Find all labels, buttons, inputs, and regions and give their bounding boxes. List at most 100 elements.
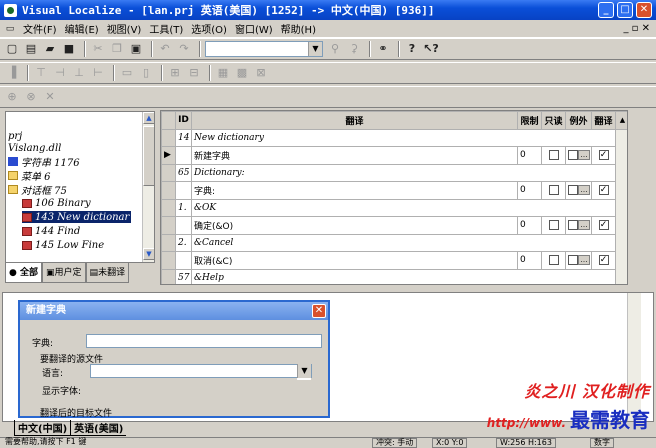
readonly-checkbox[interactable] (548, 150, 559, 160)
context-help-icon[interactable]: ↖? (423, 41, 439, 57)
space-across-icon[interactable]: ⊞ (167, 65, 183, 81)
table-row[interactable]: 14 New dictionary (161, 128, 627, 284)
translation-cell[interactable]: 取消(&C) (191, 251, 518, 270)
readonly-checkbox[interactable] (548, 255, 559, 265)
open-icon[interactable]: ▰ (42, 41, 58, 57)
grid-icon[interactable]: ▦ (215, 65, 231, 81)
limit-cell[interactable]: 0 (517, 146, 542, 165)
new-icon[interactable]: ▢ (4, 41, 20, 57)
tree-item[interactable]: 字符串 1176 (8, 155, 80, 169)
close-button[interactable]: ✕ (636, 2, 652, 18)
translated-checkbox[interactable]: ✓ (598, 220, 609, 230)
table-row[interactable]: 57 &Help (161, 268, 628, 284)
find-icon[interactable]: ⚲ (327, 41, 343, 57)
translated-checkbox[interactable]: ✓ (598, 150, 609, 160)
mdi-controls[interactable]: _ ▫ ✕ (623, 23, 650, 34)
menu-tools[interactable]: 工具(T) (145, 21, 187, 36)
more-button[interactable]: … (578, 220, 590, 230)
table-row[interactable]: 取消(&C) 0 … ✓ (161, 251, 628, 270)
table-row[interactable]: 2. &Cancel (161, 233, 628, 252)
align-left-icon[interactable]: ▐ (4, 65, 20, 81)
search-combo[interactable]: ▼ (205, 41, 323, 57)
more-button[interactable]: … (578, 185, 590, 195)
cut-icon[interactable]: ✂ (90, 41, 106, 57)
same-height-icon[interactable]: ▯ (138, 65, 154, 81)
tree-item[interactable]: Vislang.dll (8, 142, 61, 154)
limit-cell[interactable]: 0 (517, 181, 542, 200)
test-dialog-icon[interactable]: ▩ (234, 65, 250, 81)
scroll-down-button[interactable]: ▼ (143, 248, 154, 260)
chevron-down-icon[interactable]: ▼ (297, 364, 311, 378)
translation-cell[interactable]: 新建字典 (191, 146, 518, 165)
center-icon[interactable]: ⊢ (90, 65, 106, 81)
translation-cell[interactable]: 字典: (191, 181, 518, 200)
translated-checkbox[interactable]: ✓ (598, 255, 609, 265)
tree-item[interactable]: 144 Find (22, 225, 80, 237)
translation-cell[interactable]: 确定(&O) (191, 216, 518, 235)
align-right-icon[interactable]: ⊣ (52, 65, 68, 81)
minimize-button[interactable]: _ (598, 2, 614, 18)
grid-scrollbar[interactable] (615, 128, 627, 284)
help-icon[interactable]: ? (404, 41, 420, 57)
limit-cell[interactable]: 0 (517, 216, 542, 235)
undo-icon[interactable]: ↶ (157, 41, 173, 57)
close-icon[interactable]: ✕ (312, 304, 326, 318)
exception-checkbox[interactable] (568, 255, 578, 265)
tree-item[interactable]: 菜单 6 (8, 169, 51, 183)
col-readonly[interactable]: 只读 (541, 111, 566, 130)
menu-view[interactable]: 视图(V) (103, 21, 146, 36)
menu-edit[interactable]: 编辑(E) (61, 21, 103, 36)
more-button[interactable]: … (578, 150, 590, 160)
menu-file[interactable]: 文件(F) (19, 21, 61, 36)
replace-icon[interactable]: ⚳ (346, 41, 362, 57)
tab-order-icon[interactable]: ⊠ (253, 65, 269, 81)
menu-window[interactable]: 窗口(W) (231, 21, 277, 36)
redo-icon[interactable]: ↷ (176, 41, 192, 57)
edit-icon[interactable]: ⊗ (23, 89, 39, 105)
dictionary-field[interactable] (86, 334, 322, 348)
tab-chinese[interactable]: 中文(中国) (14, 420, 71, 436)
menu-options[interactable]: 选项(O) (187, 21, 231, 36)
readonly-checkbox[interactable] (548, 185, 559, 195)
col-translated[interactable]: 翻译 (591, 111, 616, 130)
space-down-icon[interactable]: ⊟ (186, 65, 202, 81)
table-row[interactable]: ▶ 新建字典 0 … ✓ (161, 146, 628, 165)
scroll-up-button[interactable]: ▲ (143, 112, 154, 124)
table-row[interactable]: 字典: 0 … ✓ (161, 181, 628, 200)
col-limit[interactable]: 限制 (517, 111, 542, 130)
binoculars-icon[interactable]: ⚭ (375, 41, 391, 57)
new-project-icon[interactable]: ▤ (23, 41, 39, 57)
delete-icon[interactable]: ✕ (42, 89, 58, 105)
chevron-down-icon[interactable]: ▼ (308, 42, 322, 56)
exception-checkbox[interactable] (568, 150, 578, 160)
align-top-icon[interactable]: ⊤ (33, 65, 49, 81)
more-button[interactable]: … (578, 255, 590, 265)
col-exception[interactable]: 例外 (565, 111, 592, 130)
scroll-thumb[interactable] (143, 126, 154, 186)
exception-checkbox[interactable] (568, 220, 578, 230)
maximize-button[interactable]: □ (617, 2, 633, 18)
tree-item-selected[interactable]: 143 New dictionar (22, 211, 132, 223)
exception-checkbox[interactable] (568, 185, 578, 195)
table-row[interactable]: 65 Dictionary: (161, 163, 628, 182)
translated-checkbox[interactable]: ✓ (598, 185, 609, 195)
readonly-checkbox[interactable] (548, 220, 559, 230)
tree-item[interactable]: 145 Low Fine (22, 239, 104, 251)
dialog-preview[interactable]: 新建字典 ✕ 字典: 要翻译的源文件 语言: ▼ 显示字体: 翻译后的目标文件 (18, 300, 330, 419)
save-icon[interactable]: ■ (61, 41, 77, 57)
language-select[interactable]: ▼ (90, 364, 312, 380)
col-translation[interactable]: 翻译 (191, 111, 518, 130)
tree-scrollbar[interactable]: ▲ ▼ (142, 112, 154, 262)
tree-item[interactable]: 对话框 75 (8, 183, 67, 197)
tree-item[interactable]: prj (8, 130, 22, 142)
limit-cell[interactable]: 0 (517, 251, 542, 270)
scroll-up-button[interactable]: ▲ (615, 111, 627, 130)
table-row[interactable]: 确定(&O) 0 … ✓ (161, 216, 628, 235)
table-row[interactable]: 1. &OK (161, 198, 628, 217)
paste-icon[interactable]: ▣ (128, 41, 144, 57)
tree-item[interactable]: 106 Binary (22, 197, 91, 209)
tab-all[interactable]: ● 全部 (5, 263, 43, 283)
same-width-icon[interactable]: ▭ (119, 65, 135, 81)
copy-icon[interactable]: ❐ (109, 41, 125, 57)
add-icon[interactable]: ⊕ (4, 89, 20, 105)
